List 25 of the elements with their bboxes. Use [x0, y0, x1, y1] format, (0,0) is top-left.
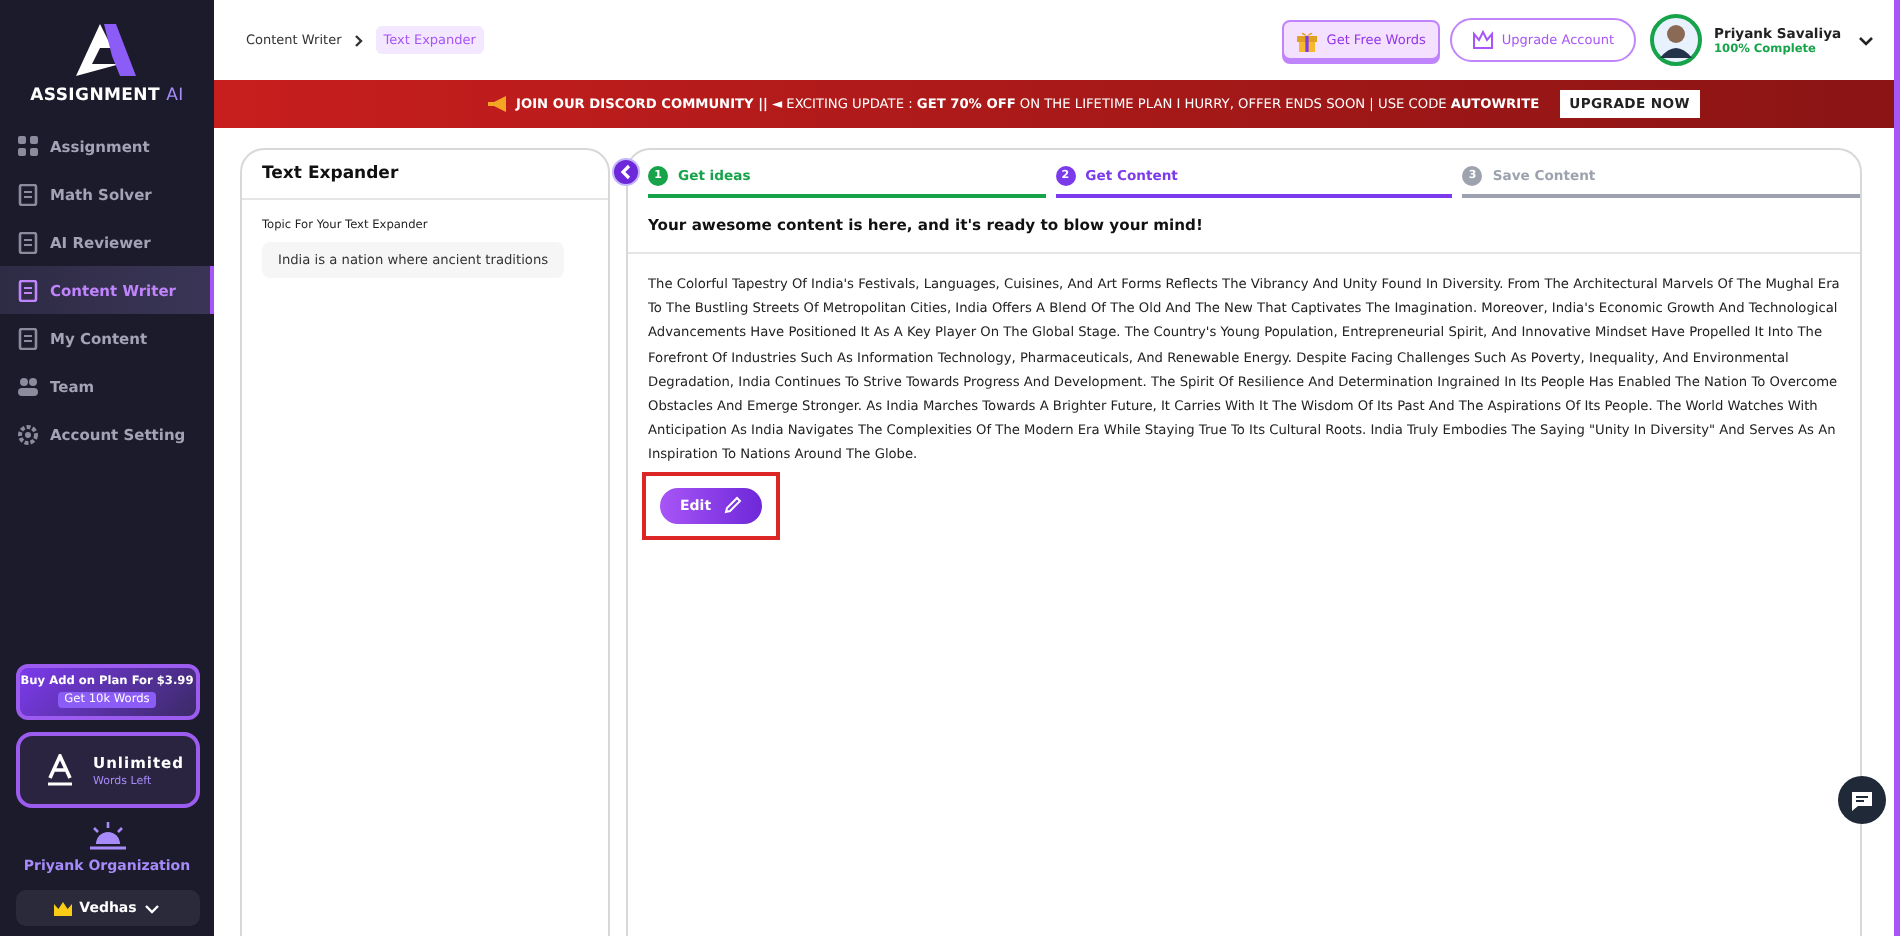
avatar	[1650, 14, 1702, 66]
crown-icon	[53, 901, 72, 915]
chevron-left-icon	[620, 164, 632, 180]
chat-button[interactable]	[1838, 776, 1886, 824]
grid-icon	[18, 135, 38, 157]
megaphone-icon	[488, 96, 509, 112]
brand-name: ASSIGNMENT AI	[30, 86, 184, 106]
collapse-button[interactable]	[612, 158, 640, 186]
panel-title: Text Expander	[262, 164, 399, 184]
document-icon	[18, 231, 38, 253]
document-icon	[18, 279, 38, 301]
settings-icon	[18, 423, 38, 445]
people-icon	[18, 375, 38, 397]
sunrise-icon	[85, 820, 129, 852]
letter-icon	[45, 754, 73, 786]
crown-icon	[1471, 30, 1494, 50]
document-icon	[18, 327, 38, 349]
document-icon	[18, 183, 38, 205]
chevron-right-icon	[353, 33, 364, 47]
pencil-icon	[723, 496, 742, 515]
chevron-down-icon	[144, 903, 161, 913]
logo-icon	[72, 20, 141, 80]
chevron-down-icon[interactable]	[1858, 35, 1874, 45]
gift-icon	[1296, 29, 1319, 51]
chat-icon	[1850, 789, 1874, 811]
